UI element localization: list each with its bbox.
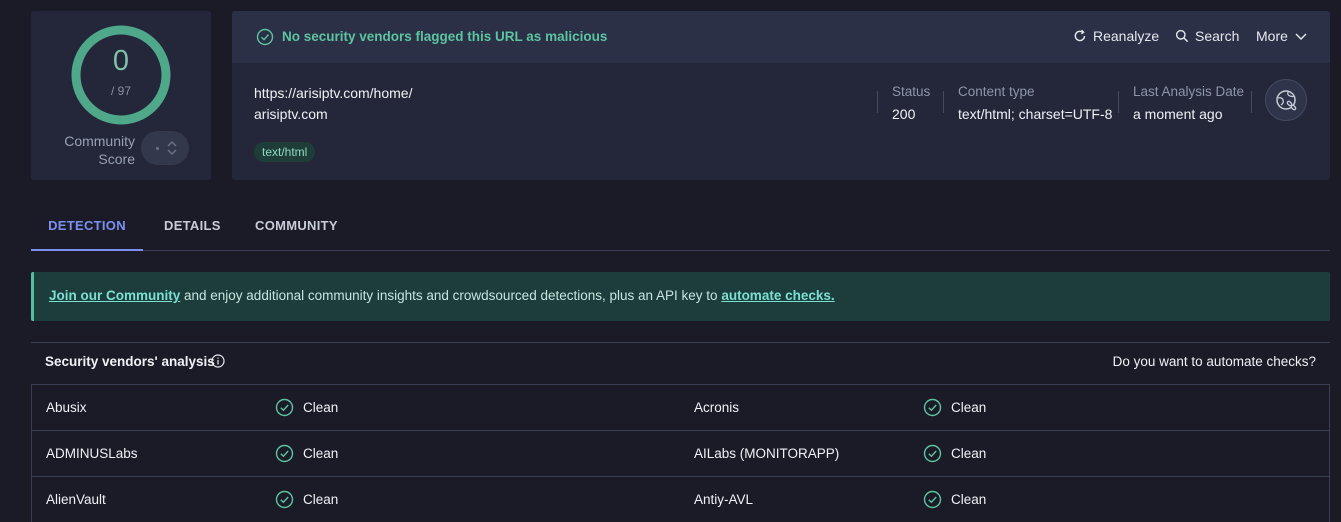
- vendor-name: Abusix: [46, 400, 87, 415]
- verdict-message: No security vendors flagged this URL as …: [282, 29, 608, 44]
- community-vote-toggle[interactable]: [141, 131, 189, 165]
- check-circle-icon: [275, 398, 294, 417]
- vendor-name: Antiy-AVL: [694, 492, 754, 507]
- reanalyze-label: Reanalyze: [1093, 28, 1160, 44]
- check-circle-icon: [923, 490, 942, 509]
- community-banner: Join our Community and enjoy additional …: [31, 272, 1330, 321]
- report-tabs: DETECTION DETAILS COMMUNITY: [31, 205, 1330, 251]
- community-banner-text: and enjoy additional community insights …: [180, 288, 722, 303]
- vendor-result: Clean: [923, 490, 986, 509]
- automate-checks-link[interactable]: automate checks.: [721, 288, 834, 303]
- vendors-title: Security vendors' analysis: [45, 354, 215, 369]
- content-type-meta: Content type text/html; charset=UTF-8: [958, 84, 1112, 122]
- url-info-card: No security vendors flagged this URL as …: [232, 11, 1330, 180]
- scanned-url: https://arisiptv.com/home/: [254, 85, 413, 101]
- result-label: Clean: [303, 446, 339, 461]
- vendor-result: Clean: [923, 444, 986, 463]
- table-row: Abusix Clean Acronis Clean: [32, 385, 1329, 431]
- detection-total: / 97: [110, 84, 131, 98]
- tab-detection[interactable]: DETECTION: [31, 205, 143, 251]
- vendor-result: Clean: [275, 398, 338, 417]
- automate-checks-question[interactable]: Do you want to automate checks?: [1113, 354, 1316, 369]
- content-type-value: text/html; charset=UTF-8: [958, 106, 1113, 122]
- vendor-name: AILabs (MONITORAPP): [694, 446, 840, 461]
- status-meta: Status 200: [892, 84, 930, 122]
- search-label: Search: [1195, 28, 1240, 44]
- url-graph-button[interactable]: [1265, 79, 1307, 121]
- tab-details[interactable]: DETAILS: [164, 205, 221, 251]
- tab-community[interactable]: COMMUNITY: [255, 205, 338, 251]
- scanned-domain: arisiptv.com: [254, 106, 328, 122]
- more-label: More: [1256, 28, 1288, 44]
- table-row: AlienVault Clean Antiy-AVL Clean: [32, 477, 1329, 522]
- meta-divider: [877, 91, 878, 113]
- more-menu-button[interactable]: More: [1256, 28, 1308, 44]
- vendor-result: Clean: [275, 490, 338, 509]
- vendor-name: Acronis: [694, 400, 740, 415]
- meta-divider: [943, 91, 944, 113]
- vendor-name: ADMINUSLabs: [46, 446, 138, 461]
- status-value: 200: [892, 106, 916, 122]
- vote-arrows-icon[interactable]: [166, 138, 178, 158]
- community-score-card: 0 / 97 Community Score: [31, 11, 211, 180]
- last-analysis-label: Last Analysis Date: [1133, 84, 1245, 99]
- vendor-result: Clean: [275, 444, 338, 463]
- join-community-link[interactable]: Join our Community: [49, 288, 180, 303]
- content-type-label: Content type: [958, 84, 1035, 99]
- check-circle-icon: [275, 444, 294, 463]
- refresh-icon: [1074, 29, 1086, 42]
- info-icon[interactable]: [211, 354, 225, 368]
- vendors-header: Security vendors' analysis Do you want t…: [31, 342, 1330, 379]
- search-icon: [1175, 29, 1189, 43]
- vendors-table: Abusix Clean Acronis Clean ADMINUSLabs C…: [31, 384, 1330, 522]
- result-label: Clean: [303, 400, 339, 415]
- last-analysis-meta: Last Analysis Date a moment ago: [1133, 84, 1244, 122]
- check-circle-icon: [923, 398, 942, 417]
- result-label: Clean: [951, 400, 987, 415]
- meta-divider: [1251, 91, 1252, 113]
- chevron-down-icon: [1295, 33, 1307, 40]
- detection-score: 0: [112, 45, 130, 77]
- check-circle-icon: [275, 490, 294, 509]
- last-analysis-value: a moment ago: [1133, 106, 1223, 122]
- content-type-tag[interactable]: text/html: [254, 142, 316, 162]
- result-label: Clean: [303, 492, 339, 507]
- result-label: Clean: [951, 492, 987, 507]
- search-button[interactable]: Search: [1175, 28, 1239, 44]
- vendor-name: AlienVault: [46, 492, 106, 507]
- result-label: Clean: [951, 446, 987, 461]
- vendor-result: Clean: [923, 398, 986, 417]
- vote-dot-icon: [156, 147, 159, 150]
- community-score-label: Community Score: [64, 133, 135, 167]
- check-circle-icon: [256, 28, 274, 46]
- reanalyze-button[interactable]: Reanalyze: [1073, 28, 1159, 44]
- status-label: Status: [892, 84, 931, 99]
- globe-link-icon: [1276, 90, 1297, 111]
- table-row: ADMINUSLabs Clean AILabs (MONITORAPP) Cl…: [32, 431, 1329, 477]
- meta-divider: [1118, 91, 1119, 113]
- check-circle-icon: [923, 444, 942, 463]
- verdict-bar: No security vendors flagged this URL as …: [232, 11, 1330, 63]
